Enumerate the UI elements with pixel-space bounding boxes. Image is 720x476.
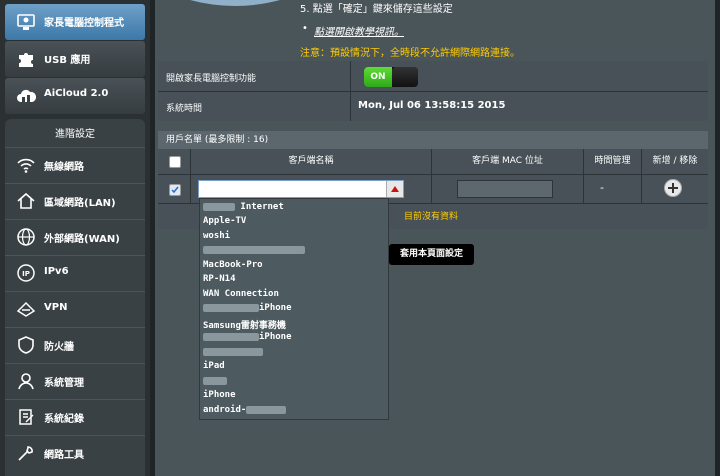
dropdown-option[interactable]: Samsung雷射事務機: [203, 318, 286, 331]
column-client-mac: 客戶端 MAC 位址: [472, 156, 543, 166]
sidebar-item-usb[interactable]: USB 應用: [5, 41, 145, 77]
sidebar-item-label: 家長電腦控制程式: [44, 18, 124, 29]
no-data-message: 目前沒有資料: [404, 212, 459, 222]
client-list-header: 用戶名單 (最多限制 : 16): [158, 131, 708, 149]
row-checkbox[interactable]: [169, 184, 181, 196]
sidebar-item-label: 防火牆: [44, 342, 74, 353]
home-icon: [16, 191, 36, 211]
select-all-checkbox[interactable]: [169, 156, 181, 168]
dropdown-option[interactable]: [203, 347, 263, 357]
globe-icon: [16, 227, 36, 247]
sidebar-item-label: IPv6: [44, 266, 69, 277]
redacted-text: [203, 332, 259, 341]
column-client-name: 客戶端名稱: [288, 156, 334, 166]
dropdown-option[interactable]: android-: [203, 405, 287, 415]
toggle-knob: [392, 67, 418, 87]
redacted-text: [203, 245, 305, 254]
sidebar-item-label: 網路工具: [44, 450, 84, 461]
admin-icon: [16, 371, 36, 391]
enable-parental-control-label: 開啟家長電腦控制功能: [166, 74, 257, 84]
advanced-settings-header: 進階設定: [55, 129, 95, 140]
sidebar-item-network-tools[interactable]: 網路工具: [5, 435, 145, 470]
redacted-text: [203, 202, 235, 211]
dropdown-option[interactable]: [203, 245, 305, 255]
toggle-on-label: ON: [364, 67, 392, 87]
dropdown-option[interactable]: woshi: [203, 231, 230, 241]
cloud-icon: [15, 85, 37, 107]
redacted-text: [246, 405, 287, 414]
dropdown-option[interactable]: iPhone: [203, 390, 236, 400]
tools-icon: [16, 443, 36, 463]
sidebar-item-parental-control[interactable]: 家長電腦控制程式: [5, 4, 145, 40]
dropdown-option[interactable]: iPad: [203, 361, 225, 371]
sidebar-item-admin[interactable]: 系統管理: [5, 363, 145, 398]
sidebar-item-vpn[interactable]: VPN: [5, 291, 145, 326]
parental-control-toggle[interactable]: ON: [364, 67, 418, 87]
add-client-button[interactable]: [664, 179, 682, 197]
dropdown-option[interactable]: Apple-TV: [203, 216, 246, 226]
sidebar-item-label: 無線網路: [44, 162, 84, 173]
redacted-text: [203, 303, 259, 312]
sidebar-item-label: USB 應用: [44, 55, 91, 66]
sidebar-item-wireless[interactable]: 無線網路: [5, 147, 145, 182]
router-graphic: [190, 0, 280, 6]
wifi-icon: [16, 155, 36, 175]
sidebar-item-firewall[interactable]: 防火牆: [5, 327, 145, 362]
bullet-dot: •: [302, 23, 308, 34]
sidebar-item-label: 系統管理: [44, 378, 84, 389]
apply-settings-button[interactable]: 套用本頁面設定: [389, 244, 474, 265]
dropdown-option[interactable]: MacBook-Pro: [203, 260, 263, 270]
client-mac-input[interactable]: [457, 180, 553, 198]
dropdown-option[interactable]: [203, 376, 227, 386]
dropdown-option[interactable]: Internet: [203, 202, 284, 212]
sidebar-item-label: 外部網路(WAN): [44, 234, 120, 245]
parental-control-icon: [15, 11, 37, 33]
log-icon: [16, 407, 36, 427]
row-divider: [158, 91, 708, 92]
system-time-label: 系統時間: [166, 104, 203, 114]
tutorial-link[interactable]: 點選開啟教學視訊。: [314, 23, 404, 38]
time-management-placeholder: -: [600, 181, 604, 194]
sidebar-item-ipv6[interactable]: IP IPv6: [5, 255, 145, 290]
dropdown-option[interactable]: iPhone: [203, 303, 292, 313]
sidebar-item-label: 系統紀錄: [44, 414, 84, 425]
redacted-text: [203, 347, 263, 356]
sidebar-item-lan[interactable]: 區域網路(LAN): [5, 183, 145, 218]
sidebar: 家長電腦控制程式 USB 應用 AiCloud 2.0 進階設定 無線網路 區域…: [0, 0, 150, 476]
instruction-step5: 5. 點選「確定」鍵來儲存這些設定: [300, 4, 453, 15]
vpn-icon: [16, 299, 36, 319]
column-divider: [350, 61, 351, 121]
sidebar-item-wan[interactable]: 外部網路(WAN): [5, 219, 145, 254]
sidebar-item-aicloud[interactable]: AiCloud 2.0: [5, 78, 145, 114]
column-add-remove: 新增 / 移除: [652, 156, 698, 166]
dropdown-option[interactable]: iPhone: [203, 332, 292, 342]
sidebar-item-system-log[interactable]: 系統紀錄: [5, 399, 145, 434]
sidebar-item-label: VPN: [44, 302, 68, 313]
client-dropdown-list: Internet Apple-TV woshi MacBook-Pro RP-N…: [199, 198, 389, 420]
svg-text:IP: IP: [22, 270, 30, 278]
puzzle-icon: [15, 48, 37, 70]
column-time-management: 時間管理: [594, 156, 631, 166]
shield-icon: [16, 335, 36, 355]
default-note: 注意：預設情況下，全時段不允許網際網路連接。: [300, 48, 520, 59]
system-time-value: Mon, Jul 06 13:58:15 2015: [358, 100, 506, 111]
dropdown-arrow-button[interactable]: [386, 181, 403, 197]
ipv6-icon: IP: [16, 263, 36, 283]
client-name-combobox[interactable]: [198, 180, 404, 198]
sidebar-item-label: 區域網路(LAN): [44, 198, 116, 209]
dropdown-option[interactable]: WAN Connection: [203, 289, 279, 299]
redacted-text: [203, 376, 227, 385]
dropdown-option[interactable]: RP-N14: [203, 274, 236, 284]
sidebar-item-label: AiCloud 2.0: [44, 88, 109, 99]
header-divider: [158, 174, 708, 175]
